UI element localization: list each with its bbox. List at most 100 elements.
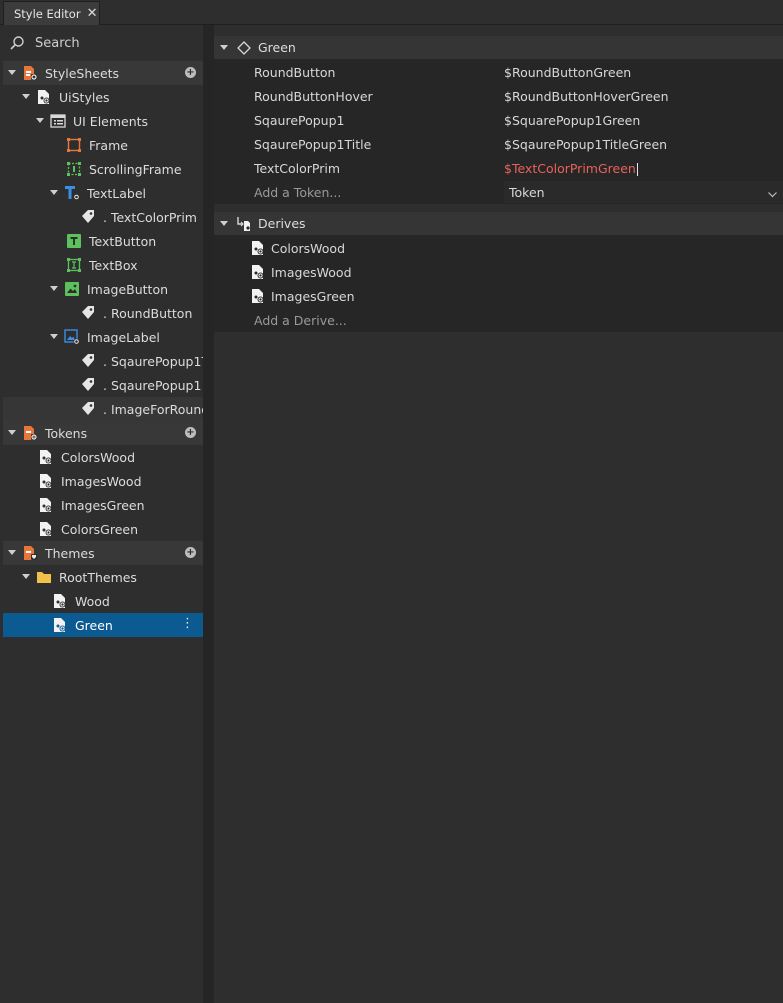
search-input[interactable]: Search: [35, 36, 80, 51]
token-value-input[interactable]: $TextColorPrimGreen: [504, 161, 638, 176]
theme-details: Green RoundButton $RoundButtonGreen Roun…: [214, 36, 783, 332]
chevron-down-icon[interactable]: [48, 187, 60, 199]
derive-item[interactable]: ImagesWood: [214, 260, 783, 284]
add-icon[interactable]: +: [185, 427, 196, 438]
tree-label: Green: [75, 617, 113, 633]
token-row[interactable]: SqaurePopup1 $SquarePopup1Green: [214, 108, 783, 132]
derive-item[interactable]: ColorsWood: [214, 236, 783, 260]
tree-label: TextButton: [89, 233, 157, 249]
chevron-down-icon[interactable]: [218, 42, 230, 54]
stylesheet-file-icon: [36, 89, 52, 105]
add-derive-row[interactable]: Add a Derive...: [214, 308, 783, 332]
chevron-down-icon[interactable]: [6, 67, 18, 79]
add-icon[interactable]: +: [185, 547, 196, 558]
token-row[interactable]: RoundButtonHover $RoundButtonHoverGreen: [214, 84, 783, 108]
token-value-text: $TextColorPrimGreen: [504, 160, 636, 176]
tree-tokens[interactable]: Tokens +: [3, 421, 203, 445]
tree-rootthemes[interactable]: RootThemes: [3, 565, 203, 589]
tree-green[interactable]: Green ⋮: [3, 613, 203, 637]
derives-section-header[interactable]: Derives: [214, 212, 783, 236]
chevron-down-icon[interactable]: [6, 547, 18, 559]
image-label-icon: [64, 329, 80, 345]
chevron-down-icon[interactable]: [6, 427, 18, 439]
tree-label: ScrollingFrame: [89, 161, 182, 177]
tree-scrollingframe[interactable]: ScrollingFrame: [3, 157, 203, 181]
stylesheets-icon: [22, 65, 38, 81]
token-name[interactable]: RoundButton: [254, 65, 335, 80]
tree-colorsgreen[interactable]: ColorsGreen: [3, 517, 203, 541]
derive-label: ColorsWood: [271, 240, 346, 256]
token-type-dropdown[interactable]: Token: [504, 181, 783, 203]
tree-label: UI Elements: [73, 113, 149, 129]
explorer-pane: Search StyleSheets + UiStyles UI Element…: [3, 25, 203, 1003]
add-token-row[interactable]: Add a Token... Token: [214, 180, 783, 204]
pane-splitter[interactable]: [203, 25, 214, 1003]
chevron-down-icon[interactable]: [48, 331, 60, 343]
theme-section-header[interactable]: Green: [214, 36, 783, 60]
tree-textcolorprim[interactable]: . TextColorPrim: [3, 205, 203, 229]
chevron-down-icon[interactable]: [48, 283, 60, 295]
tree-label: StyleSheets: [45, 65, 120, 81]
token-row[interactable]: SqaurePopup1Title $SqaurePopup1TitleGree…: [214, 132, 783, 156]
token-name[interactable]: SqaurePopup1: [254, 113, 345, 128]
tree-label: . TextColorPrim: [103, 209, 197, 225]
token-value[interactable]: $RoundButtonHoverGreen: [504, 89, 669, 104]
token-name[interactable]: RoundButtonHover: [254, 89, 373, 104]
tree-sqaurepopup1[interactable]: . SqaurePopup1: [3, 373, 203, 397]
frame-icon: [66, 137, 82, 153]
stylesheet-file-icon: [52, 617, 68, 633]
search-bar[interactable]: Search: [3, 25, 203, 61]
tree-colorswood[interactable]: ColorsWood: [3, 445, 203, 469]
token-value[interactable]: $SquarePopup1Green: [504, 113, 640, 128]
stylesheet-file-icon: [38, 473, 54, 489]
chevron-down-icon[interactable]: [20, 571, 32, 583]
tree-stylesheets[interactable]: StyleSheets +: [3, 61, 203, 85]
token-name[interactable]: TextColorPrim: [254, 161, 340, 176]
tree-textbutton[interactable]: TextButton: [3, 229, 203, 253]
close-icon[interactable]: ✕: [87, 6, 98, 21]
chevron-down-icon[interactable]: [34, 115, 46, 127]
token-value[interactable]: $SqaurePopup1TitleGreen: [504, 137, 667, 152]
tree-imagesgreen[interactable]: ImagesGreen: [3, 493, 203, 517]
tree-ui-elements[interactable]: UI Elements: [3, 109, 203, 133]
tree-imagelabel[interactable]: ImageLabel: [3, 325, 203, 349]
tree-imagebutton[interactable]: ImageButton: [3, 277, 203, 301]
tree-label: . SqaurePopup1Title: [103, 353, 203, 369]
tree-label: Tokens: [45, 425, 88, 441]
scrolling-frame-icon: [66, 161, 82, 177]
chevron-down-icon[interactable]: [20, 91, 32, 103]
tree-wood[interactable]: Wood: [3, 589, 203, 613]
more-options-icon[interactable]: ⋮: [181, 617, 194, 631]
add-icon[interactable]: +: [185, 67, 196, 78]
tree-textlabel[interactable]: TextLabel: [3, 181, 203, 205]
derive-item[interactable]: ImagesGreen: [214, 284, 783, 308]
tree-sqaurepopup1title[interactable]: . SqaurePopup1Title: [3, 349, 203, 373]
stylesheet-file-icon: [52, 593, 68, 609]
text-label-icon: [64, 185, 80, 201]
tree-imageforroundbutton[interactable]: . ImageForRoundButton: [3, 397, 203, 421]
derive-label: ImagesWood: [271, 264, 352, 280]
tree-themes[interactable]: Themes +: [3, 541, 203, 565]
list-window-icon: [50, 113, 66, 129]
text-caret: [636, 162, 638, 176]
add-token-input[interactable]: Add a Token...: [254, 185, 341, 200]
tree-frame[interactable]: Frame: [3, 133, 203, 157]
add-derive-input[interactable]: Add a Derive...: [250, 313, 347, 328]
tag-icon: [80, 305, 96, 321]
tab-style-editor[interactable]: Style Editor ✕: [3, 1, 100, 25]
tree-label: Wood: [75, 593, 110, 609]
tree-textbox[interactable]: TextBox: [3, 253, 203, 277]
token-name[interactable]: SqaurePopup1Title: [254, 137, 371, 152]
image-button-icon: [64, 281, 80, 297]
tree-imageswood[interactable]: ImagesWood: [3, 469, 203, 493]
tree-label: . ImageForRoundButton: [103, 401, 203, 417]
tree-label: ColorsWood: [61, 449, 136, 465]
token-row[interactable]: RoundButton $RoundButtonGreen: [214, 60, 783, 84]
token-value[interactable]: $RoundButtonGreen: [504, 65, 631, 80]
stylesheet-file-icon: [38, 449, 54, 465]
tree-label: ColorsGreen: [61, 521, 139, 537]
chevron-down-icon[interactable]: [218, 218, 230, 230]
tree-roundbutton[interactable]: . RoundButton: [3, 301, 203, 325]
token-row[interactable]: TextColorPrim $TextColorPrimGreen: [214, 156, 783, 180]
tree-uistyles[interactable]: UiStyles: [3, 85, 203, 109]
